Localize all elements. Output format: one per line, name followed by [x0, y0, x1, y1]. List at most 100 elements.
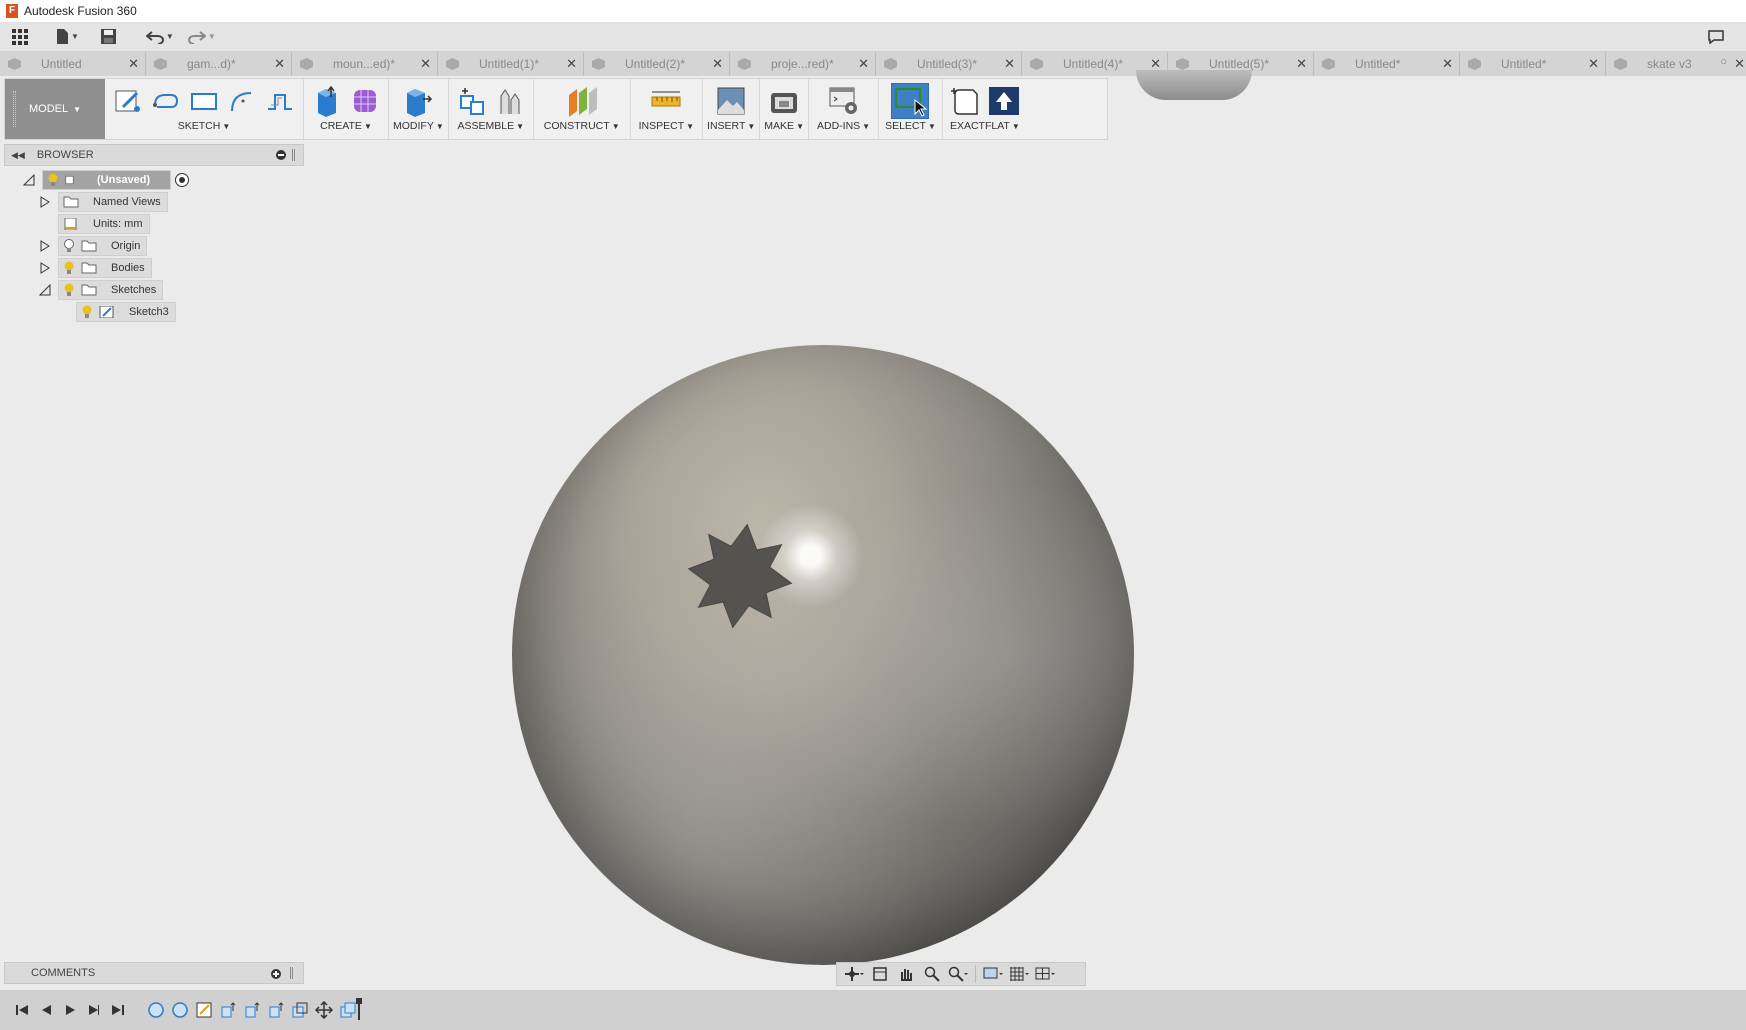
expand-triangle-icon[interactable] [38, 239, 52, 253]
close-icon[interactable]: ✕ [274, 56, 285, 72]
collapse-browser-icon[interactable]: ◀◀ [11, 150, 25, 161]
tab-untitled-1[interactable]: Untitled(1)* ✕ [438, 52, 584, 76]
form-button[interactable] [346, 83, 384, 119]
redo-button[interactable]: ▼ [187, 25, 216, 49]
file-menu-button[interactable]: ▼ [56, 25, 79, 49]
create-sketch-button[interactable] [109, 83, 147, 119]
viewports-button[interactable] [1034, 965, 1056, 983]
job-status-button[interactable] [1708, 25, 1724, 49]
addins-menu[interactable]: ADD-INS ▼ [817, 119, 870, 135]
select-button[interactable] [891, 83, 930, 119]
new-component-button[interactable] [453, 83, 491, 119]
measure-button[interactable] [647, 83, 685, 119]
tab-game[interactable]: gam...d)* ✕ [146, 52, 292, 76]
assemble-menu[interactable]: ASSEMBLE ▼ [458, 119, 525, 135]
modify-menu[interactable]: MODIFY ▼ [393, 119, 444, 135]
tab-untitled-b[interactable]: Untitled* ✕ [1460, 52, 1606, 76]
tab-untitled[interactable]: Untitled ✕ [0, 52, 146, 76]
origin-node[interactable]: Origin [58, 236, 148, 256]
close-icon[interactable]: ✕ [128, 56, 139, 72]
step-forward-button[interactable] [82, 1000, 106, 1020]
star-cutout[interactable] [686, 522, 794, 630]
named-views-node[interactable]: Named Views [58, 192, 168, 212]
tab-skate-v3[interactable]: skate v3 ○ ✕ [1606, 52, 1746, 76]
extrude-button[interactable] [308, 83, 346, 119]
sketches-node[interactable]: Sketches [58, 280, 164, 300]
exactflat-menu[interactable]: EXACTFLAT ▼ [950, 119, 1020, 135]
timeline-feature-5[interactable] [240, 1000, 264, 1020]
timeline-marker[interactable] [356, 998, 362, 1022]
close-icon[interactable]: ✕ [858, 56, 869, 72]
zoom-button[interactable] [921, 965, 943, 983]
lightbulb-icon[interactable] [63, 283, 75, 297]
workspace-switcher[interactable]: MODEL ▼ [5, 79, 105, 139]
activate-radio-icon[interactable] [175, 173, 190, 187]
sketch-menu[interactable]: SKETCH ▼ [178, 119, 231, 135]
timeline-feature-sketch-1[interactable] [144, 1000, 168, 1020]
close-icon[interactable]: ✕ [1296, 56, 1307, 72]
timeline-feature-2[interactable] [168, 1000, 192, 1020]
timeline-feature-3[interactable] [192, 1000, 216, 1020]
undo-button[interactable]: ▼ [145, 25, 174, 49]
close-icon[interactable]: ✕ [1004, 56, 1015, 72]
tab-mount[interactable]: moun...ed)* ✕ [292, 52, 438, 76]
expand-triangle-icon[interactable] [38, 261, 52, 275]
scripts-addins-button[interactable] [825, 83, 863, 119]
grid-settings-button[interactable] [1008, 965, 1030, 983]
fit-button[interactable] [947, 965, 969, 983]
insert-menu[interactable]: INSERT ▼ [707, 119, 755, 135]
tab-untitled-2[interactable]: Untitled(2)* ✕ [584, 52, 730, 76]
joint-button[interactable] [491, 83, 529, 119]
collapse-triangle-icon[interactable] [38, 283, 52, 297]
save-button[interactable] [100, 25, 116, 49]
timeline-feature-6[interactable] [264, 1000, 288, 1020]
rectangle-tool-button[interactable] [185, 83, 223, 119]
display-settings-button[interactable] [982, 965, 1004, 983]
tab-untitled-3[interactable]: Untitled(3)* ✕ [876, 52, 1022, 76]
inspect-menu[interactable]: INSPECT ▼ [639, 119, 694, 135]
look-at-button[interactable] [869, 965, 891, 983]
create-menu[interactable]: CREATE ▼ [320, 119, 372, 135]
timeline-feature-8[interactable] [312, 1000, 336, 1020]
close-icon[interactable]: ✕ [1734, 56, 1745, 72]
minimize-panel-icon[interactable] [276, 150, 286, 160]
lightbulb-icon[interactable] [47, 173, 59, 187]
close-icon[interactable]: ✕ [420, 56, 431, 72]
tab-untitled-a[interactable]: Untitled* ✕ [1314, 52, 1460, 76]
3d-print-button[interactable] [765, 83, 803, 119]
exactflat-new-button[interactable] [947, 83, 985, 119]
pan-button[interactable] [895, 965, 917, 983]
insert-image-button[interactable] [712, 83, 750, 119]
step-back-button[interactable] [34, 1000, 58, 1020]
sketch3-node[interactable]: Sketch3 [76, 302, 176, 322]
select-menu[interactable]: SELECT ▼ [885, 119, 936, 135]
lightbulb-off-icon[interactable] [63, 239, 75, 253]
tab-project[interactable]: proje...red)* ✕ [730, 52, 876, 76]
close-icon[interactable]: ✕ [566, 56, 577, 72]
expand-triangle-icon[interactable] [38, 195, 52, 209]
expand-panel-icon[interactable] [270, 969, 281, 979]
sphere-body[interactable] [512, 345, 1134, 965]
go-to-start-button[interactable] [10, 1000, 34, 1020]
construct-menu[interactable]: CONSTRUCT ▼ [544, 119, 620, 135]
orbit-button[interactable] [843, 965, 865, 983]
units-node[interactable]: Units: mm [58, 214, 150, 234]
press-pull-button[interactable] [399, 83, 437, 119]
exactflat-upload-button[interactable] [985, 83, 1023, 119]
panel-resize-handle[interactable] [292, 149, 295, 161]
close-icon[interactable]: ✕ [712, 56, 723, 72]
collapse-triangle-icon[interactable] [22, 173, 36, 187]
go-to-end-button[interactable] [106, 1000, 130, 1020]
close-icon[interactable]: ✕ [1442, 56, 1453, 72]
panel-resize-handle[interactable] [290, 967, 293, 979]
offset-plane-button[interactable] [563, 83, 601, 119]
root-component[interactable]: (Unsaved) [42, 170, 172, 190]
data-panel-button[interactable] [12, 25, 28, 49]
offset-tool-button[interactable] [261, 83, 299, 119]
close-icon[interactable]: ✕ [1588, 56, 1599, 72]
bodies-node[interactable]: Bodies [58, 258, 152, 278]
timeline-feature-4[interactable] [216, 1000, 240, 1020]
arc-tool-button[interactable] [223, 83, 261, 119]
lightbulb-icon[interactable] [81, 305, 93, 319]
play-button[interactable] [58, 1000, 82, 1020]
